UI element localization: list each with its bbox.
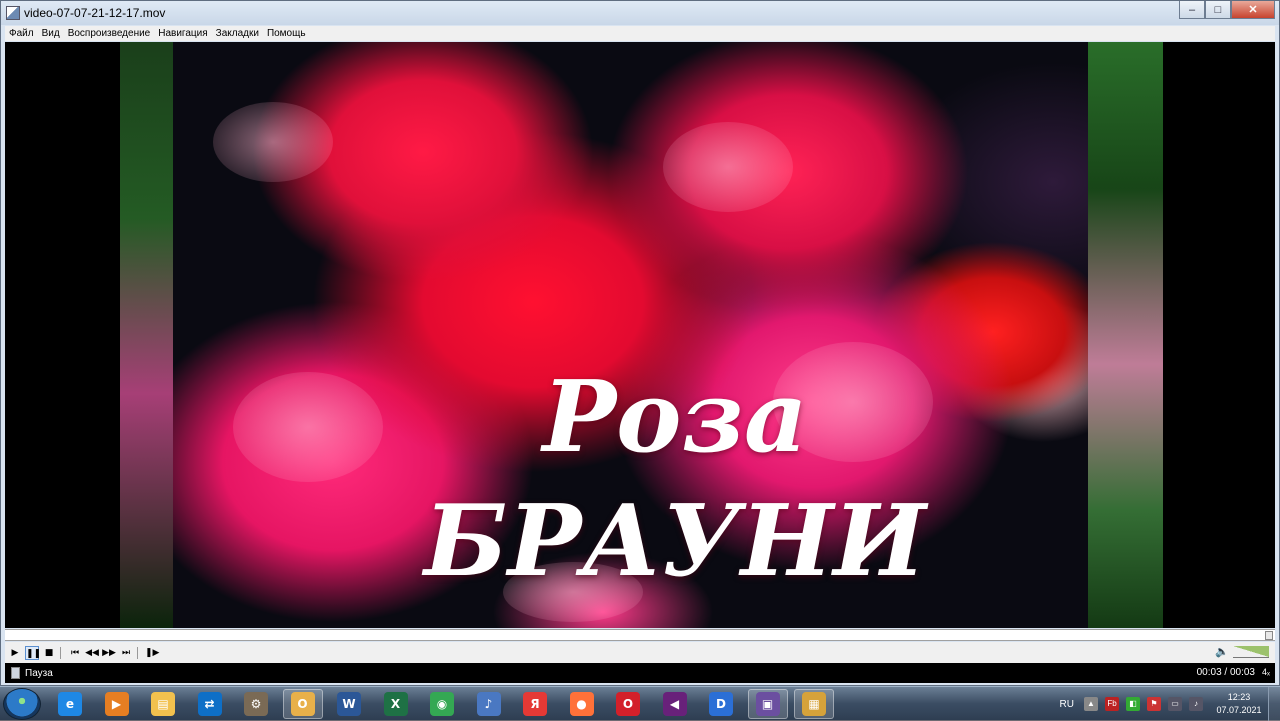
taskbar: e ▶ ▤ ⇄ ⚙ O W X ◉ ♪ Я ● O ◀ D ▣ ▦ RU ▲ Fb ◧ ⚑ ▭ ♪ 12:23 … bbox=[0, 686, 1280, 721]
menu-view[interactable]: Вид bbox=[38, 26, 64, 41]
file-explorer-icon: ▤ bbox=[151, 692, 175, 716]
pause-button[interactable]: ❚❚ bbox=[25, 645, 41, 660]
fast-forward-button[interactable]: ▶▶ bbox=[102, 646, 116, 660]
seek-handle[interactable] bbox=[1265, 631, 1273, 640]
taskbar-visual-studio-button[interactable]: ◀ bbox=[655, 689, 695, 719]
teamviewer-icon: ⇄ bbox=[197, 692, 222, 716]
internet-explorer-icon: e bbox=[58, 692, 82, 716]
firefox-icon: ● bbox=[569, 692, 594, 716]
status-extra: 4ₓ bbox=[1262, 667, 1270, 677]
menu-bar: Файл Вид Воспроизведение Навигация Закла… bbox=[5, 26, 1275, 41]
player-window: video-07-07-21-12-17.mov – □ ✕ Файл Вид … bbox=[0, 0, 1280, 686]
d-app-icon: D bbox=[709, 692, 733, 716]
petal-highlight bbox=[233, 372, 383, 482]
taskbar-teamviewer-button[interactable]: ⇄ bbox=[190, 689, 230, 719]
frame-step-button[interactable]: ❚▶ bbox=[145, 646, 159, 660]
opera-icon: O bbox=[616, 692, 640, 716]
taskbar-installer-button[interactable]: ⚙ bbox=[236, 689, 276, 719]
word-icon: W bbox=[337, 692, 361, 716]
menu-playback[interactable]: Воспроизведение bbox=[64, 26, 155, 41]
rewind-button[interactable]: ◀◀ bbox=[85, 646, 99, 660]
video-side-blur-left bbox=[120, 42, 173, 628]
video-caption-line1: Роза bbox=[542, 360, 808, 475]
separator bbox=[60, 646, 61, 659]
outlook-icon: O bbox=[290, 692, 315, 716]
system-tray: RU ▲ Fb ◧ ⚑ ▭ ♪ 12:23 07.07.2021 bbox=[1060, 687, 1280, 721]
taskbar-yandex-browser-button[interactable]: Я bbox=[515, 689, 555, 719]
status-bar: Пауза 00:03 / 00:03 4ₓ bbox=[5, 663, 1275, 683]
time-display: 00:03 / 00:03 bbox=[1196, 667, 1255, 678]
audio-app-icon: ♪ bbox=[476, 692, 501, 716]
petal-highlight bbox=[663, 122, 793, 212]
clock-time: 12:23 bbox=[1227, 692, 1251, 702]
playback-controls: ▶ ❚❚ ■ ⏮ ◀◀ ▶▶ ⏭ ❚▶ 🔈 bbox=[5, 642, 1275, 663]
playback-state: Пауза bbox=[25, 667, 53, 679]
taskbar-firefox-button[interactable]: ● bbox=[562, 689, 602, 719]
taskbar-media-player-button[interactable]: ▶ bbox=[97, 689, 137, 719]
close-button[interactable]: ✕ bbox=[1231, 1, 1275, 19]
tray-app-icon[interactable]: Fb bbox=[1105, 697, 1119, 711]
taskbar-word-button[interactable]: W bbox=[329, 689, 369, 719]
play-button[interactable]: ▶ bbox=[8, 646, 22, 660]
language-indicator[interactable]: RU bbox=[1060, 699, 1074, 710]
petal-highlight bbox=[213, 102, 333, 182]
window-controls: – □ ✕ bbox=[1179, 1, 1275, 19]
tray-monitor-icon[interactable]: ▭ bbox=[1168, 697, 1182, 711]
video-caption-line2: БРАУНИ bbox=[424, 484, 926, 599]
menu-help[interactable]: Помощь bbox=[263, 26, 310, 41]
tray-volume-icon[interactable]: ♪ bbox=[1189, 697, 1203, 711]
installer-icon: ⚙ bbox=[244, 692, 268, 716]
maximize-button[interactable]: □ bbox=[1205, 1, 1231, 19]
taskbar-excel-button[interactable]: X bbox=[376, 689, 416, 719]
yandex-browser-icon: Я bbox=[523, 692, 547, 716]
app-icon bbox=[6, 6, 20, 20]
speaker-icon[interactable]: 🔈 bbox=[1215, 645, 1229, 658]
clock-date: 07.07.2021 bbox=[1216, 705, 1262, 715]
video-side-blur-right bbox=[1088, 42, 1163, 628]
video-frame[interactable]: Роза БРАУНИ bbox=[5, 42, 1275, 628]
tray-network-icon[interactable]: ◧ bbox=[1126, 697, 1140, 711]
previous-button[interactable]: ⏮ bbox=[68, 646, 82, 660]
seek-bar[interactable] bbox=[5, 629, 1275, 641]
taskbar-video-editor-button[interactable]: ▣ bbox=[747, 689, 788, 719]
taskbar-chrome-button[interactable]: ◉ bbox=[422, 689, 462, 719]
separator bbox=[137, 646, 138, 659]
taskbar-opera-button[interactable]: O bbox=[608, 689, 648, 719]
stop-button[interactable]: ■ bbox=[42, 646, 56, 660]
chrome-icon: ◉ bbox=[430, 692, 454, 716]
volume-slider[interactable] bbox=[1233, 646, 1269, 658]
menu-bookmarks[interactable]: Закладки bbox=[212, 26, 263, 41]
media-player-icon: ▶ bbox=[104, 692, 129, 716]
taskbar-video-player-button[interactable]: ▦ bbox=[794, 689, 834, 719]
show-desktop-button[interactable] bbox=[1268, 687, 1280, 721]
minimize-button[interactable]: – bbox=[1179, 1, 1205, 19]
video-player-icon: ▦ bbox=[802, 692, 826, 716]
clock[interactable]: 12:23 07.07.2021 bbox=[1210, 691, 1268, 717]
taskbar-d-app-button[interactable]: D bbox=[701, 689, 741, 719]
titlebar[interactable]: video-07-07-21-12-17.mov – □ ✕ bbox=[1, 1, 1279, 25]
excel-icon: X bbox=[383, 692, 408, 716]
start-button[interactable] bbox=[3, 688, 41, 720]
menu-file[interactable]: Файл bbox=[5, 26, 38, 41]
window-title: video-07-07-21-12-17.mov bbox=[24, 6, 166, 20]
menu-navigation[interactable]: Навигация bbox=[154, 26, 211, 41]
tray-flag-icon[interactable]: ⚑ bbox=[1147, 697, 1161, 711]
video-editor-icon: ▣ bbox=[755, 692, 780, 716]
next-button[interactable]: ⏭ bbox=[119, 646, 133, 660]
tray-arrow-icon[interactable]: ▲ bbox=[1084, 697, 1098, 711]
visual-studio-icon: ◀ bbox=[662, 692, 687, 716]
taskbar-audio-app-button[interactable]: ♪ bbox=[469, 689, 509, 719]
taskbar-file-explorer-button[interactable]: ▤ bbox=[143, 689, 183, 719]
file-icon bbox=[11, 667, 20, 679]
taskbar-outlook-button[interactable]: O bbox=[282, 689, 323, 719]
taskbar-internet-explorer-button[interactable]: e bbox=[50, 689, 90, 719]
